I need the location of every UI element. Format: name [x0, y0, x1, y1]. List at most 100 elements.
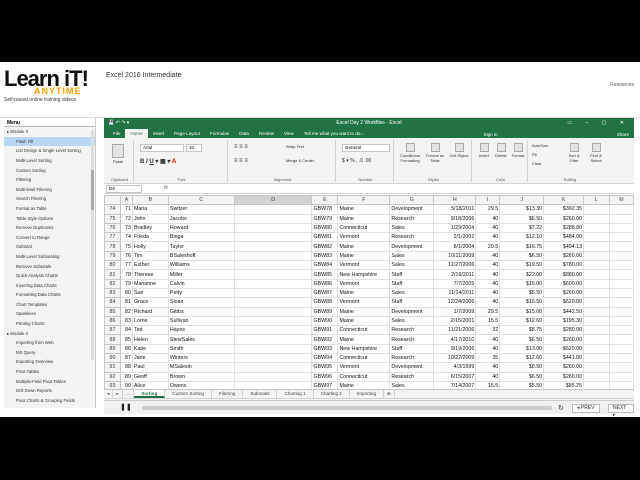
sidebar-item[interactable]: Filtering: [4, 175, 95, 185]
cell[interactable]: [233, 315, 313, 327]
cell[interactable]: Sloan: [167, 297, 235, 308]
sidebar-item[interactable]: Multi-Level Subtotaling: [4, 252, 95, 262]
cell[interactable]: $6.50: [499, 334, 545, 345]
cell[interactable]: Maine: [337, 287, 391, 299]
cell[interactable]: [583, 306, 610, 317]
cell[interactable]: [583, 343, 610, 355]
cell[interactable]: 40: [475, 222, 501, 234]
column-header[interactable]: K: [543, 194, 585, 206]
row-header[interactable]: 87: [104, 325, 121, 336]
cell[interactable]: $260.00: [543, 371, 585, 382]
select-all-corner[interactable]: [104, 194, 121, 206]
cell-styles-button[interactable]: Cell Styles: [448, 143, 470, 158]
cell[interactable]: Grace: [131, 297, 169, 308]
cell[interactable]: $13.00: [499, 343, 545, 355]
delete-cells-button[interactable]: Delete: [493, 143, 509, 158]
cell[interactable]: 77: [119, 260, 133, 271]
sidebar-item[interactable]: Subtotal: [4, 242, 95, 252]
pause-icon[interactable]: ❚❚: [120, 404, 132, 412]
cell[interactable]: Hayes: [167, 325, 235, 336]
cell[interactable]: [608, 232, 635, 243]
cell[interactable]: Maria: [131, 204, 169, 215]
cell[interactable]: 85: [119, 334, 133, 345]
cell[interactable]: [233, 232, 313, 243]
sheet-tab[interactable]: Filtering: [212, 390, 244, 398]
cell[interactable]: [608, 297, 635, 308]
cell[interactable]: Development: [389, 204, 435, 215]
row-header[interactable]: 76: [104, 222, 121, 234]
row-header[interactable]: 85: [104, 306, 121, 317]
cell[interactable]: [608, 325, 635, 336]
cell[interactable]: 10/22/2009: [433, 353, 477, 364]
column-header[interactable]: F: [337, 194, 391, 206]
cell[interactable]: 74: [119, 232, 133, 243]
sidebar-item[interactable]: Format as Table: [4, 204, 95, 214]
row-header[interactable]: 86: [104, 315, 121, 327]
cell[interactable]: 9/19/2006: [433, 343, 477, 355]
cell[interactable]: 40: [475, 287, 501, 299]
cell[interactable]: $600.00: [543, 278, 585, 289]
cell[interactable]: 15.5: [475, 315, 501, 327]
sidebar-item[interactable]: List Design & Single Level Sorting: [4, 146, 95, 156]
cell[interactable]: GBW92: [311, 334, 339, 345]
cell[interactable]: GBW82: [311, 241, 339, 252]
column-header[interactable]: E: [311, 194, 339, 206]
sidebar-item[interactable]: Remove Duplicates: [4, 223, 95, 233]
cell[interactable]: 76: [119, 250, 133, 262]
number-format-select[interactable]: General: [342, 144, 390, 152]
cell[interactable]: $19.50: [499, 260, 545, 271]
cell[interactable]: Jane: [131, 353, 169, 364]
cell[interactable]: GBW78: [311, 204, 339, 215]
cell[interactable]: 4/17/2010: [433, 334, 477, 345]
format-as-table-button[interactable]: Format as Table: [423, 143, 447, 163]
cell[interactable]: $195.30: [543, 315, 585, 327]
cell[interactable]: [233, 353, 313, 364]
cell[interactable]: New Hampshire: [337, 343, 391, 355]
column-header[interactable]: C: [167, 194, 235, 206]
window-controls[interactable]: ▭ – ▢ ✕: [567, 118, 630, 128]
sheet-nav-right-icon[interactable]: ▸: [113, 390, 123, 398]
ribbon-tab[interactable]: Home: [125, 129, 148, 138]
sidebar-item[interactable]: Exporting Overview: [4, 357, 95, 367]
cell[interactable]: Research: [389, 232, 435, 243]
cell[interactable]: MSalesin: [167, 362, 235, 373]
cell[interactable]: 7/7/2005: [433, 278, 477, 289]
cell[interactable]: 89: [119, 371, 133, 382]
cell[interactable]: [608, 278, 635, 289]
row-header[interactable]: 82: [104, 278, 121, 289]
cell[interactable]: 2/16/2011: [433, 269, 477, 280]
sidebar-item[interactable]: Quick Analysis Charts: [4, 271, 95, 281]
cell[interactable]: 81: [119, 297, 133, 308]
cell[interactable]: 29.5: [475, 241, 501, 252]
cell[interactable]: Connecticut: [337, 371, 391, 382]
module-3-toggle[interactable]: ▸ Module 3: [4, 127, 95, 137]
row-header[interactable]: 79: [104, 250, 121, 262]
find-select-button[interactable]: Find & Select: [586, 143, 606, 163]
cell[interactable]: Vermont: [337, 260, 391, 271]
cell[interactable]: [233, 269, 313, 280]
cell[interactable]: [233, 204, 313, 215]
cell[interactable]: 35: [475, 353, 501, 364]
cell[interactable]: $6.50: [499, 213, 545, 224]
cell[interactable]: 40: [475, 250, 501, 262]
cell[interactable]: Helen: [131, 334, 169, 345]
cell[interactable]: [608, 315, 635, 327]
cell[interactable]: Connecticut: [337, 325, 391, 336]
cell[interactable]: Gibbs: [167, 306, 235, 317]
cell[interactable]: Sales: [389, 222, 435, 234]
cell[interactable]: $8.75: [499, 325, 545, 336]
cell[interactable]: Staff: [389, 278, 435, 289]
cell[interactable]: 29.5: [475, 306, 501, 317]
cell[interactable]: [583, 371, 610, 382]
ribbon-tab[interactable]: Formulas: [205, 129, 234, 138]
cell[interactable]: GBW86: [311, 278, 339, 289]
cell[interactable]: GBW90: [311, 315, 339, 327]
progress-bar[interactable]: [142, 406, 552, 410]
sheet-tab[interactable]: Charting 2: [314, 390, 350, 398]
row-header[interactable]: 80: [104, 260, 121, 271]
cell[interactable]: [583, 362, 610, 373]
cell[interactable]: Connecticut: [337, 222, 391, 234]
cell[interactable]: [233, 278, 313, 289]
autosum-button[interactable]: AutoSum: [532, 143, 548, 148]
wrap-text-button[interactable]: Wrap Text: [286, 144, 304, 149]
